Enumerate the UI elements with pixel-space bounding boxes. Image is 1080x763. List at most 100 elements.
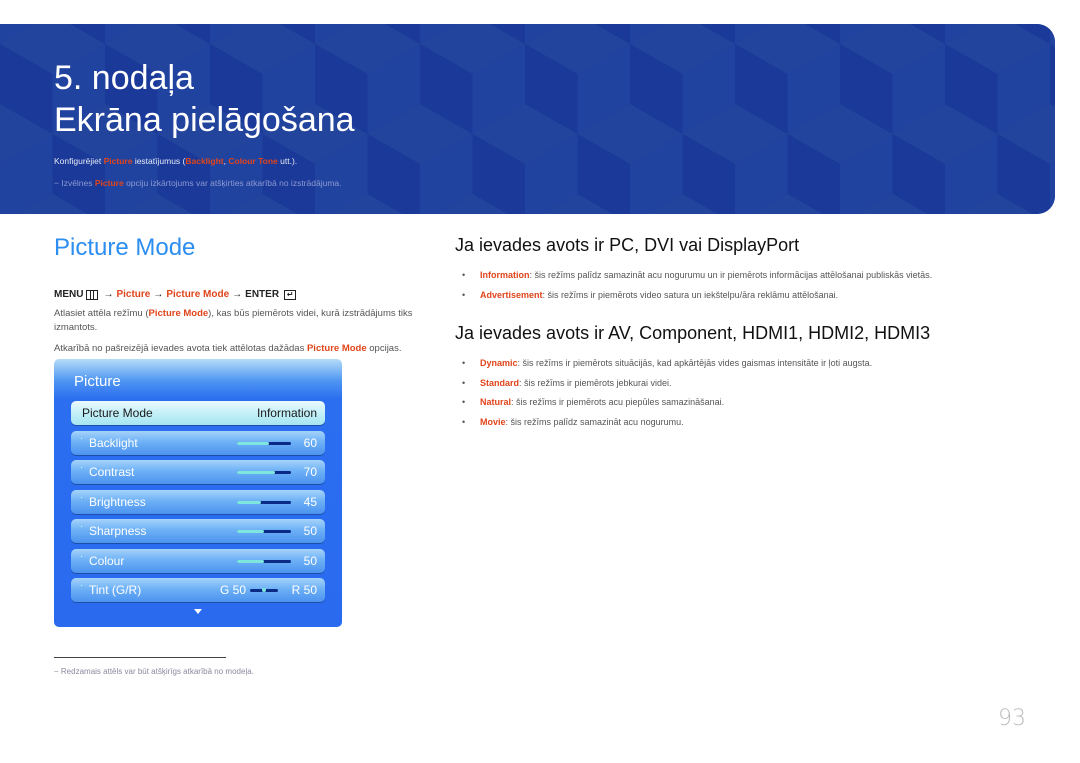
osd-item-tint[interactable]: · Tint (G/R) G 50 R 50 — [71, 578, 325, 602]
para-text: opcijas. — [366, 343, 402, 354]
footnote-dash: − — [54, 667, 59, 676]
osd-item-label: Colour — [89, 554, 125, 568]
para-text: Atkarībā no pašreizējā ievades avota tie… — [54, 343, 307, 354]
osd-item-value: Information — [256, 406, 317, 420]
note-text: opciju izkārtojums var atšķirties atkarī… — [123, 178, 342, 188]
options-paragraph: Atkarībā no pašreizējā ievades avota tie… — [54, 342, 424, 356]
mode-description: : šis režīms palīdz samazināt acu noguru… — [505, 416, 684, 427]
bullet-icon: · — [80, 433, 83, 443]
colour-slider[interactable] — [237, 560, 291, 563]
bullet-icon: • — [462, 416, 466, 427]
tint-slider-knob[interactable] — [262, 588, 266, 592]
list-item: • Movie: šis režīms palīdz samazināt acu … — [462, 413, 872, 433]
osd-item-value: 50 — [303, 524, 317, 538]
menu-path-picture-mode: Picture Mode — [166, 289, 230, 300]
osd-item-label: Contrast — [89, 465, 135, 479]
chapter-number: 5. nodaļa — [54, 59, 194, 97]
sharpness-slider[interactable] — [237, 530, 291, 533]
mode-term: Information — [480, 270, 530, 280]
av-mode-list: • Dynamic: šis režīms ir piemērots situāc… — [462, 354, 872, 432]
picture-mode-term: Picture Mode — [148, 308, 209, 319]
osd-item-label: Picture Mode — [82, 406, 153, 420]
backlight-slider[interactable] — [237, 442, 291, 445]
intro-backlight-term: Backlight — [185, 156, 224, 166]
footnote-divider — [54, 657, 226, 658]
osd-item-contrast[interactable]: · Contrast 70 — [71, 460, 325, 484]
menu-label: MENU — [54, 289, 84, 300]
bullet-icon: • — [462, 358, 466, 368]
slider-fill — [237, 442, 270, 445]
section-title-picture-mode: Picture Mode — [54, 234, 196, 261]
bullet-icon: • — [462, 397, 466, 407]
osd-item-backlight[interactable]: · Backlight 60 — [71, 431, 325, 455]
tint-red-value: R 50 — [291, 583, 317, 597]
chapter-note: − Izvēlnes Picture opciju izkārtojums va… — [54, 178, 341, 188]
cube-face — [1050, 24, 1055, 44]
osd-item-label: Tint (G/R) — [89, 583, 142, 597]
osd-item-label: Backlight — [89, 436, 138, 450]
chapter-banner: 5. nodaļa Ekrāna pielāgošana Konfigurēji… — [0, 24, 1055, 214]
intro-text: Konfigurējiet — [54, 156, 104, 166]
list-item: • Information: šis režīms palīdz samazinā… — [462, 266, 932, 286]
mode-term: Standard — [480, 377, 520, 388]
osd-item-sharpness[interactable]: · Sharpness 50 — [71, 519, 325, 543]
para-text: Atlasiet attēla režīmu ( — [54, 308, 149, 319]
description-paragraph: Atlasiet attēla režīmu (Picture Mode), k… — [54, 307, 424, 335]
menu-path: MENU → Picture → Picture Mode → ENTER ↵ — [54, 289, 297, 300]
intro-text: iestatījumus ( — [132, 156, 186, 166]
arrow-icon: → — [103, 289, 114, 300]
list-item: • Advertisement: šis režīms ir piemērots … — [462, 286, 932, 306]
footnote-text: Redzamais attēls var būt atšķirīgs atkar… — [60, 667, 254, 676]
osd-item-label: Brightness — [89, 495, 146, 509]
tint-green-value: G 50 — [220, 583, 247, 597]
bullet-icon: · — [80, 462, 83, 472]
list-item: • Natural: šis režīms ir piemērots acu pi… — [462, 393, 872, 413]
mode-description: : šis režīms ir piemērots video satura u… — [542, 289, 839, 300]
mode-description: : šis režīms ir piemērots acu piepūles s… — [511, 397, 725, 407]
page-number: 93 — [998, 706, 1026, 731]
scroll-down-icon[interactable] — [194, 609, 202, 614]
mode-term: Dynamic — [480, 358, 518, 368]
chapter-title: Ekrāna pielāgošana — [54, 101, 355, 139]
slider-fill — [237, 530, 264, 533]
osd-item-value: 45 — [303, 495, 317, 509]
osd-item-brightness[interactable]: · Brightness 45 — [71, 490, 325, 514]
intro-colour-tone-term: Colour Tone — [228, 156, 278, 166]
bullet-icon: · — [80, 492, 83, 502]
slider-fill — [237, 560, 264, 563]
intro-text: utt.). — [277, 156, 298, 166]
section-heading-av-hdmi: Ja ievades avots ir AV, Component, HDMI1… — [455, 323, 931, 343]
enter-label: ENTER — [245, 289, 280, 300]
mode-description: : šis režīms ir piemērots situācijās, ka… — [517, 358, 873, 368]
osd-item-label: Sharpness — [89, 524, 147, 538]
slider-fill — [237, 501, 262, 504]
arrow-icon: → — [153, 289, 164, 300]
list-item: • Standard: šis režīms ir piemērots jebku… — [462, 374, 872, 394]
picture-mode-term: Picture Mode — [306, 343, 367, 354]
contrast-slider[interactable] — [237, 471, 291, 474]
mode-term: Natural — [480, 397, 512, 407]
osd-item-colour[interactable]: · Colour 50 — [71, 549, 325, 573]
note-picture-term: Picture — [94, 178, 124, 188]
brightness-slider[interactable] — [237, 501, 291, 504]
osd-title: Picture — [74, 373, 121, 390]
osd-item-value: 60 — [303, 436, 317, 450]
picture-osd-menu: Picture Picture Mode Information · Backl… — [54, 359, 342, 627]
bullet-icon: · — [80, 521, 83, 531]
pc-mode-list: • Information: šis režīms palīdz samazinā… — [462, 266, 932, 305]
mode-description: : šis režīms ir piemērots jebkurai videi… — [519, 377, 672, 388]
bullet-icon: • — [462, 270, 466, 280]
mode-description: : šis režīms palīdz samazināt acu noguru… — [529, 270, 933, 280]
note-text: Izvēlnes — [58, 178, 95, 188]
bullet-icon: • — [462, 289, 466, 300]
intro-picture-term: Picture — [103, 156, 133, 166]
osd-item-picture-mode[interactable]: Picture Mode Information — [71, 401, 325, 425]
slider-fill — [237, 471, 275, 474]
bullet-icon: • — [462, 377, 466, 388]
tint-slider[interactable] — [250, 588, 278, 592]
enter-icon: ↵ — [284, 289, 297, 300]
mode-term: Movie — [480, 416, 506, 427]
mode-term: Advertisement — [480, 289, 543, 300]
osd-item-value: 70 — [303, 465, 317, 479]
section-heading-pc-dvi: Ja ievades avots ir PC, DVI vai DisplayP… — [455, 235, 800, 255]
